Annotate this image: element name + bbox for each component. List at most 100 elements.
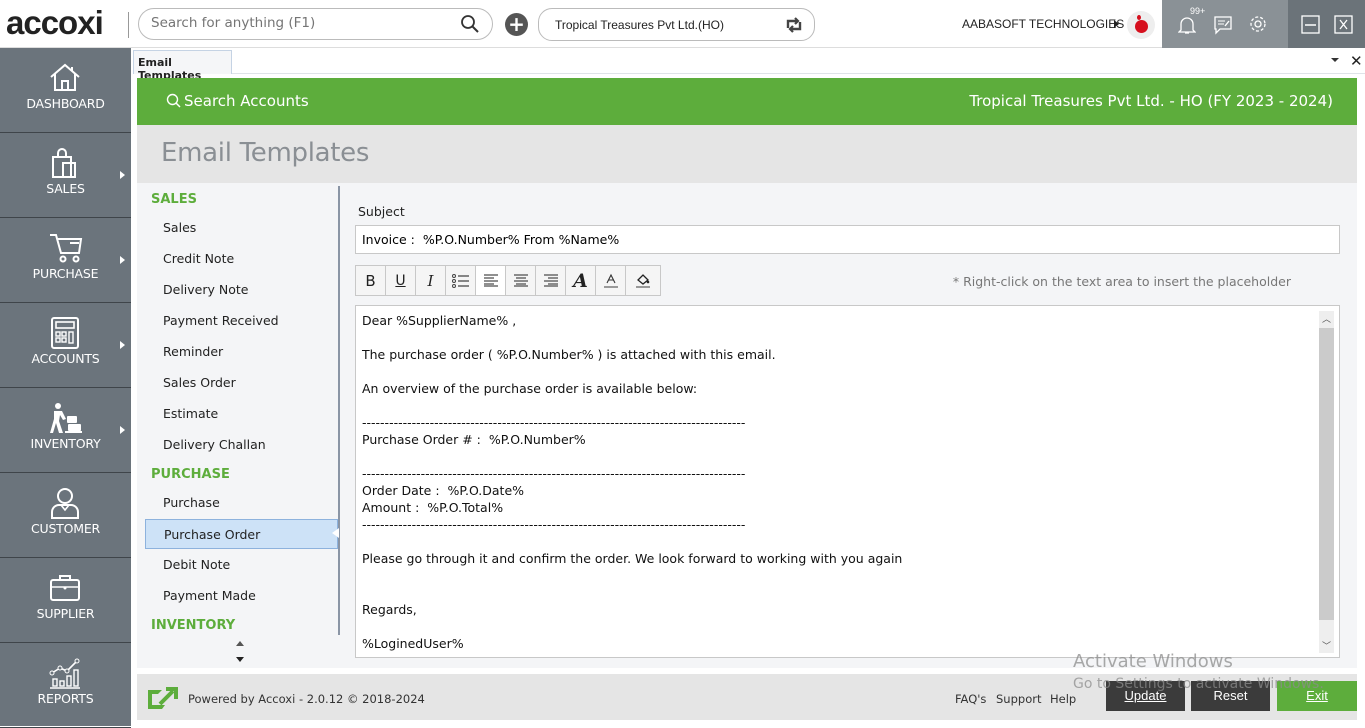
sidebar: DASHBOARD SALES PURCHASE ACCOUNTS INVENT…: [0, 48, 131, 728]
underline-icon: U: [395, 272, 406, 289]
sidebar-item-reports[interactable]: REPORTS: [0, 643, 131, 728]
template-item-payment-received[interactable]: Payment Received: [145, 307, 338, 334]
template-item-estimate[interactable]: Estimate: [145, 400, 338, 427]
template-item-sales-order[interactable]: Sales Order: [145, 369, 338, 396]
tab-list-dropdown-icon[interactable]: [1331, 58, 1339, 62]
sidebar-label: INVENTORY: [30, 436, 101, 451]
font-color-icon: [603, 273, 618, 288]
footer: Powered by Accoxi - 2.0.12 © 2018-2024 F…: [137, 674, 1357, 720]
sidebar-item-accounts[interactable]: ACCOUNTS: [0, 303, 131, 388]
group-header-purchase: PURCHASE: [151, 467, 230, 482]
global-search[interactable]: [138, 8, 493, 40]
bullet-list-button[interactable]: [446, 266, 476, 295]
tab-email-templates[interactable]: Email Templates: [133, 50, 232, 82]
sidebar-label: SUPPLIER: [36, 606, 95, 621]
italic-button[interactable]: I: [416, 266, 446, 295]
logo-divider: [128, 12, 129, 38]
group-header-sales: SALES: [151, 192, 197, 207]
scrollbar-thumb[interactable]: [1319, 328, 1334, 620]
minimize-icon[interactable]: [1301, 15, 1320, 34]
scroll-up-icon[interactable]: ︿: [1322, 312, 1331, 325]
exit-button[interactable]: Exit: [1277, 681, 1357, 711]
company-selector[interactable]: Tropical Treasures Pvt Ltd.(HO): [538, 8, 815, 41]
sidebar-item-sales[interactable]: SALES: [0, 133, 131, 218]
template-item-purchase[interactable]: Purchase: [145, 489, 338, 516]
bold-button[interactable]: B: [356, 266, 386, 295]
font-button[interactable]: A: [566, 266, 596, 295]
sidebar-item-inventory[interactable]: INVENTORY: [0, 388, 131, 473]
bell-icon[interactable]: [1178, 15, 1196, 35]
subject-input[interactable]: [355, 225, 1340, 254]
cart-icon: [50, 234, 83, 263]
add-icon[interactable]: +: [505, 13, 528, 36]
template-item-reminder[interactable]: Reminder: [145, 338, 338, 365]
calculator-icon: [51, 317, 79, 349]
font-color-button[interactable]: [596, 266, 626, 295]
search-icon[interactable]: [460, 14, 480, 34]
font-icon: A: [573, 269, 588, 292]
briefcase-icon: [50, 575, 80, 601]
fill-color-button[interactable]: [626, 266, 660, 295]
content-area: SALES Sales Credit Note Delivery Note Pa…: [137, 183, 1357, 668]
email-body-text[interactable]: Dear %SupplierName% , The purchase order…: [362, 312, 1312, 652]
update-button[interactable]: Update: [1106, 681, 1185, 711]
shopping-bag-icon: [52, 148, 76, 178]
template-item-purchase-order[interactable]: Purchase Order: [145, 519, 339, 549]
help-link[interactable]: Help: [1050, 692, 1076, 706]
avatar[interactable]: [1127, 11, 1155, 39]
align-right-icon: [543, 274, 558, 287]
tab-strip-divider: [232, 73, 1365, 74]
global-search-input[interactable]: [151, 15, 451, 31]
expand-arrow-icon: [120, 171, 125, 179]
template-item-payment-made[interactable]: Payment Made: [145, 582, 338, 609]
format-toolbar: B U I A: [355, 265, 661, 296]
message-icon[interactable]: [1213, 15, 1233, 35]
align-left-icon: [483, 274, 498, 287]
sidebar-item-purchase[interactable]: PURCHASE: [0, 218, 131, 303]
placeholder-hint: * Right-click on the text area to insert…: [952, 274, 1291, 289]
sidebar-item-dashboard[interactable]: DASHBOARD: [0, 48, 131, 133]
editor-scrollbar[interactable]: ︿ ﹀: [1319, 311, 1334, 653]
search-icon: [166, 93, 181, 108]
gear-icon[interactable]: [1248, 14, 1268, 34]
scroll-down-icon[interactable]: ﹀: [1322, 639, 1331, 652]
refresh-icon[interactable]: [784, 16, 804, 34]
template-item-debit-note[interactable]: Debit Note: [145, 551, 338, 578]
home-icon: [50, 63, 80, 91]
accoxi-mark-icon: [148, 687, 178, 709]
company-name: Tropical Treasures Pvt Ltd.(HO): [555, 18, 724, 32]
email-body-editor[interactable]: Dear %SupplierName% , The purchase order…: [355, 305, 1340, 658]
user-icon: [51, 488, 79, 519]
bullet-list-icon: [451, 273, 469, 288]
faqs-link[interactable]: FAQ's: [955, 692, 986, 706]
align-center-button[interactable]: [506, 266, 536, 295]
page-header: Email Templates: [137, 125, 1357, 183]
close-tab-icon[interactable]: ✕: [1350, 52, 1363, 70]
list-scroll-down-icon[interactable]: [236, 657, 244, 662]
fill-color-icon: [636, 273, 650, 288]
align-right-button[interactable]: [536, 266, 566, 295]
reset-button[interactable]: Reset: [1191, 681, 1270, 711]
powered-by-text: Powered by Accoxi - 2.0.12 © 2018-2024: [188, 692, 425, 706]
sidebar-label: CUSTOMER: [30, 521, 101, 536]
company-fy-label: Tropical Treasures Pvt Ltd. - HO (FY 202…: [969, 92, 1333, 110]
organization-name[interactable]: AABASOFT TECHNOLOGIES: [962, 17, 1124, 31]
caret-right-icon[interactable]: [1114, 20, 1119, 28]
template-item-credit-note[interactable]: Credit Note: [145, 245, 338, 272]
template-item-delivery-note[interactable]: Delivery Note: [145, 276, 338, 303]
underline-button[interactable]: U: [386, 266, 416, 295]
template-item-delivery-challan[interactable]: Delivery Challan: [145, 431, 338, 458]
support-link[interactable]: Support: [996, 692, 1041, 706]
accoxi-logo: accoxi: [6, 4, 104, 41]
bold-icon: B: [365, 271, 376, 290]
list-scroll-up-icon[interactable]: [236, 641, 244, 646]
close-icon[interactable]: [1334, 15, 1353, 34]
search-accounts-button[interactable]: Search Accounts: [166, 92, 309, 110]
template-item-sales[interactable]: Sales: [145, 214, 338, 241]
notification-badge: 99+: [1190, 6, 1206, 16]
align-left-button[interactable]: [476, 266, 506, 295]
sidebar-item-customer[interactable]: CUSTOMER: [0, 473, 131, 558]
expand-arrow-icon: [120, 426, 125, 434]
window-controls: [1288, 0, 1365, 48]
sidebar-item-supplier[interactable]: SUPPLIER: [0, 558, 131, 643]
